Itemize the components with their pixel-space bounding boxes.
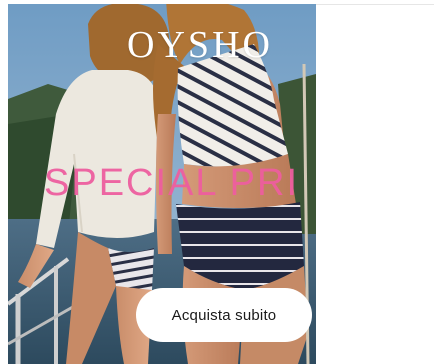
promo-headline: SPECIAL PRI: [44, 162, 300, 204]
brand-logo: OYSHO: [127, 24, 273, 66]
shop-now-button[interactable]: Acquista subito: [136, 288, 312, 342]
ad-banner[interactable]: OYSHO SPECIAL PRI Acquista subito: [8, 4, 316, 364]
